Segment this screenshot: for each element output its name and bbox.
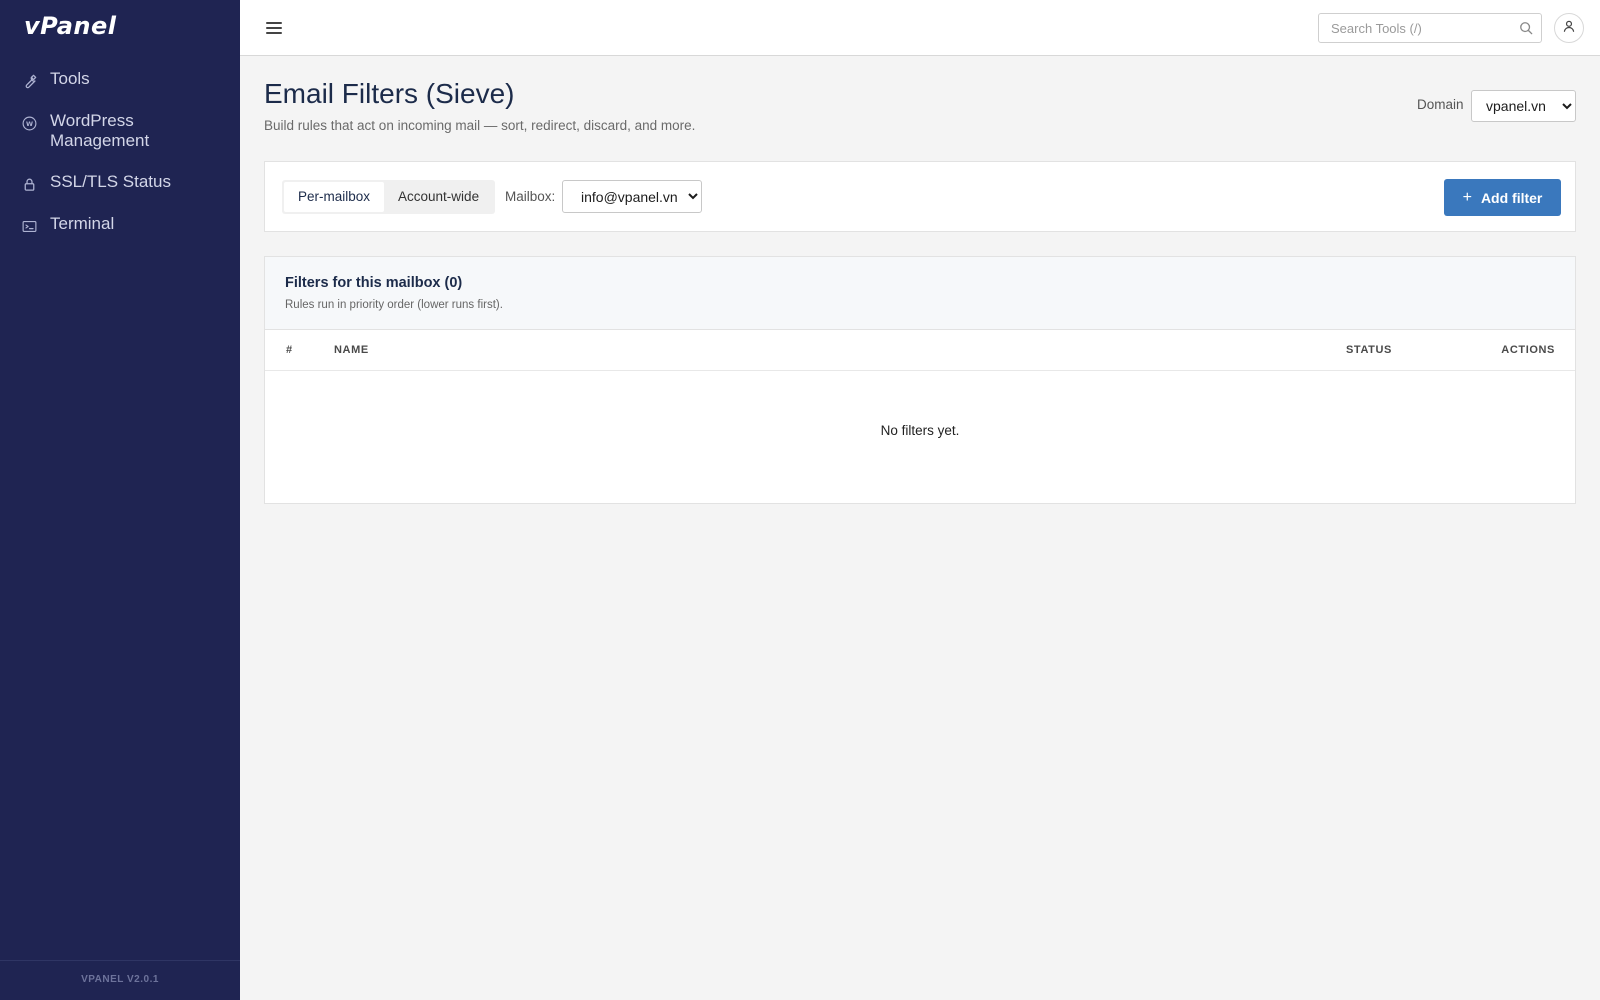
sidebar-item-label: SSL/TLS Status	[50, 172, 171, 191]
filters-subtitle: Rules run in priority order (lower runs …	[285, 299, 503, 311]
column-header-actions: ACTIONS	[1501, 344, 1555, 356]
search-input[interactable]	[1319, 14, 1509, 42]
sidebar-item-tools[interactable]: Tools	[0, 64, 240, 95]
version-label: VPANEL V2.0.1	[0, 960, 240, 1000]
tab-per-mailbox[interactable]: Per-mailbox	[284, 182, 385, 212]
filters-card-header: Filters for this mailbox (0) Rules run i…	[265, 257, 1575, 330]
sidebar-item-label: Terminal	[50, 214, 115, 233]
user-menu-button[interactable]	[1554, 13, 1584, 43]
tab-account-wide[interactable]: Account-wide	[384, 182, 493, 212]
search-box	[1318, 13, 1542, 43]
page-title: Email Filters (Sieve)	[264, 78, 515, 109]
svg-text:W: W	[25, 119, 32, 127]
user-icon	[1562, 19, 1576, 38]
page-subtitle: Build rules that act on incoming mail — …	[264, 118, 696, 133]
wrench-icon	[20, 72, 38, 90]
scope-tabs: Per-mailbox Account-wide	[282, 180, 496, 214]
sidebar: vPanel Tools W WordPress Management SSL/…	[0, 0, 240, 1000]
domain-select[interactable]: vpanel.vn	[1471, 90, 1576, 122]
add-filter-button[interactable]: + Add filter	[1444, 179, 1561, 216]
sidebar-item-ssl-tls[interactable]: SSL/TLS Status	[0, 167, 240, 198]
column-header-name[interactable]: NAME	[334, 344, 369, 356]
filters-card: Filters for this mailbox (0) Rules run i…	[264, 256, 1576, 504]
filters-title: Filters for this mailbox (0)	[285, 275, 463, 291]
add-filter-label: Add filter	[1480, 189, 1543, 206]
domain-label: Domain	[1417, 97, 1464, 112]
menu-toggle-icon[interactable]	[264, 18, 284, 38]
lock-icon	[20, 175, 38, 193]
topbar	[240, 0, 1600, 56]
terminal-icon	[20, 217, 38, 235]
search-icon[interactable]	[1519, 21, 1533, 35]
mailbox-label: Mailbox:	[505, 189, 556, 204]
sidebar-nav: Tools W WordPress Management SSL/TLS Sta…	[0, 64, 240, 251]
sidebar-item-wordpress[interactable]: W WordPress Management	[0, 106, 240, 156]
column-header-number[interactable]: #	[286, 344, 293, 356]
empty-state-message: No filters yet.	[880, 423, 960, 438]
wordpress-icon: W	[20, 114, 38, 132]
plus-icon: +	[1462, 188, 1472, 206]
filters-table-header: # NAME STATUS ACTIONS	[265, 330, 1575, 371]
column-header-status[interactable]: STATUS	[1346, 344, 1392, 356]
sidebar-item-terminal[interactable]: Terminal	[0, 209, 240, 240]
sidebar-item-label: Tools	[50, 69, 90, 88]
vpanel-logo[interactable]: vPanel	[24, 12, 116, 40]
sidebar-item-label: WordPress Management	[50, 111, 150, 150]
mailbox-select[interactable]: info@vpanel.vn	[562, 180, 702, 213]
filter-toolbar: Per-mailbox Account-wide Mailbox: info@v…	[264, 161, 1576, 232]
